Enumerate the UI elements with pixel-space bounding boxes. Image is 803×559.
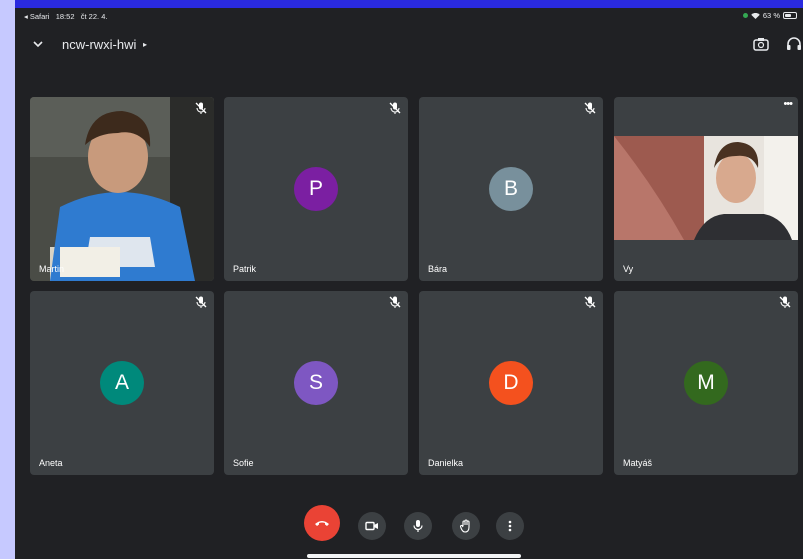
headphones-icon[interactable] <box>785 35 803 53</box>
chevron-down-icon[interactable] <box>31 37 45 51</box>
meeting-info-caret[interactable]: ▸ <box>143 40 147 49</box>
battery-icon <box>783 12 797 19</box>
status-time: 18:52 <box>55 12 75 21</box>
participant-name: Danielka <box>428 458 464 468</box>
more-options-button[interactable] <box>496 512 524 540</box>
participant-tile-sofie[interactable]: S Sofie <box>224 291 408 475</box>
hang-up-icon <box>315 521 329 526</box>
participant-avatar: P <box>294 167 338 211</box>
more-options-icon[interactable]: ••• <box>783 98 793 110</box>
camera-in-use-indicator <box>742 13 748 18</box>
mic-off-icon <box>195 102 207 114</box>
mic-off-icon <box>584 296 596 308</box>
wifi-icon <box>751 12 760 19</box>
participant-tile-martin[interactable]: Martin <box>30 97 214 281</box>
participant-avatar: S <box>294 361 338 405</box>
participant-avatar: M <box>684 361 728 405</box>
participant-name: Sofie <box>233 458 254 468</box>
meeting-code[interactable]: ncw-rwxi-hwi <box>62 37 136 52</box>
mic-off-icon <box>389 102 401 114</box>
mic-off-icon <box>584 102 596 114</box>
raise-hand-button[interactable] <box>452 512 480 540</box>
status-date: čt 22. 4. <box>80 12 108 21</box>
status-right: 63 % <box>742 11 797 20</box>
hand-icon <box>459 519 470 533</box>
participant-name: Bára <box>428 264 448 274</box>
participant-name: Vy <box>623 264 634 274</box>
home-indicator <box>307 554 521 558</box>
mic-off-icon <box>779 296 791 308</box>
meet-screen: ◂ Safari 18:52 čt 22. 4. 63 % ncw-rwxi-h… <box>15 8 803 559</box>
participant-tile-patrik[interactable]: P Patrik <box>224 97 408 281</box>
camera-icon <box>365 521 378 531</box>
microphone-icon <box>413 520 423 532</box>
participant-avatar: B <box>489 167 533 211</box>
participant-tile-danielka[interactable]: D Danielka <box>419 291 603 475</box>
participant-name: Patrik <box>233 264 257 274</box>
participant-avatar: A <box>100 361 144 405</box>
battery-percent: 63 % <box>762 11 780 20</box>
participant-tile-bara[interactable]: B Bára <box>419 97 603 281</box>
participant-name: Aneta <box>39 458 63 468</box>
more-vert-icon <box>508 520 512 532</box>
microphone-toggle-button[interactable] <box>404 512 432 540</box>
meeting-header: ncw-rwxi-hwi ▸ <box>15 32 803 56</box>
call-controls <box>15 505 803 541</box>
mic-off-icon <box>195 296 207 308</box>
frame-top <box>0 0 803 8</box>
participant-tile-aneta[interactable]: A Aneta <box>30 291 214 475</box>
participant-name: Martin <box>39 264 65 274</box>
end-call-button[interactable] <box>304 505 340 541</box>
participant-video-martin <box>30 97 214 281</box>
participant-tile-self[interactable]: ••• Vy <box>614 97 798 281</box>
status-left: ◂ Safari 18:52 čt 22. 4. <box>24 12 107 21</box>
participant-tile-matyas[interactable]: M Matyáš <box>614 291 798 475</box>
mic-off-icon <box>389 296 401 308</box>
frame-left <box>0 0 15 559</box>
back-to-app-link[interactable]: ◂ Safari <box>24 12 49 21</box>
status-bar: ◂ Safari 18:52 čt 22. 4. 63 % <box>15 8 803 24</box>
self-video-preview <box>614 136 798 240</box>
participant-avatar: D <box>489 361 533 405</box>
camera-toggle-button[interactable] <box>358 512 386 540</box>
participant-name: Matyáš <box>623 458 653 468</box>
switch-camera-icon[interactable] <box>752 35 770 53</box>
